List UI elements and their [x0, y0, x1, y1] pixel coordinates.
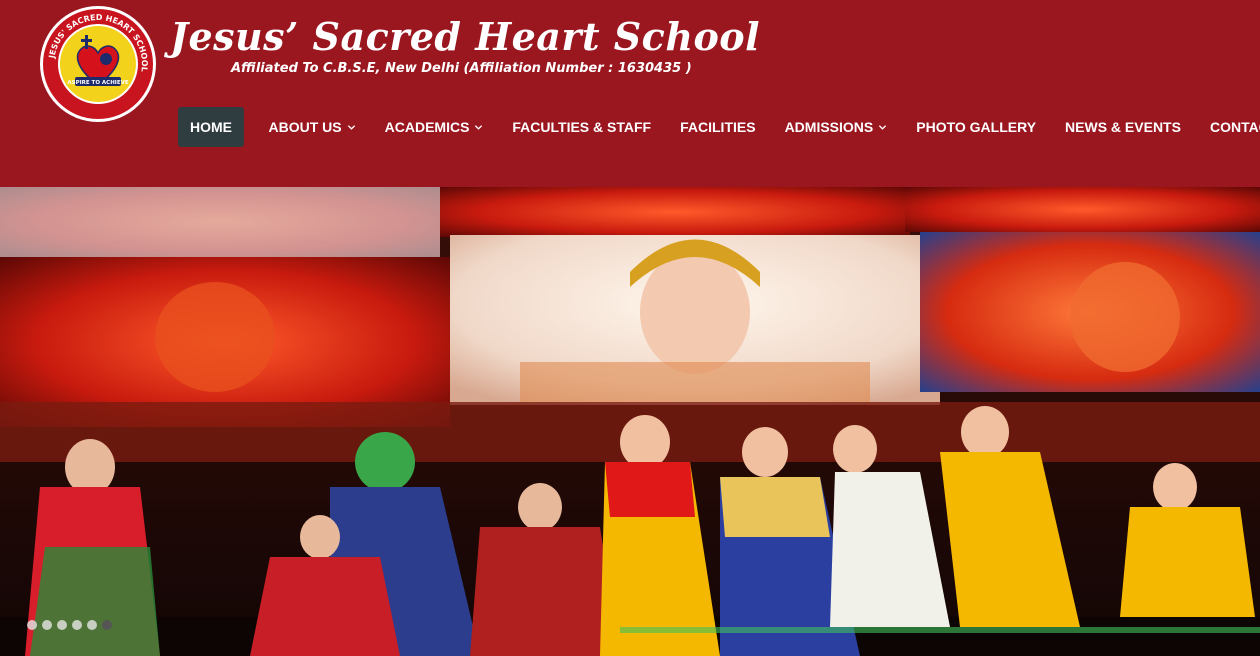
nav-item-label: PHOTO GALLERY: [916, 119, 1037, 135]
chevron-down-icon: [879, 124, 887, 130]
nav-contact-us[interactable]: CONTACT US: [1195, 107, 1260, 147]
nav-about-us[interactable]: ABOUT US: [254, 107, 370, 147]
slider-dot[interactable]: [27, 620, 37, 630]
logo-motto: ASPIRE TO ACHIEVE: [67, 80, 129, 86]
site-subtitle: Affiliated To C.B.S.E, New Delhi (Affili…: [231, 61, 692, 76]
slider-dot[interactable]: [42, 620, 52, 630]
nav-home[interactable]: HOME: [178, 107, 244, 147]
school-logo[interactable]: JESUS' SACRED HEART SCHOOL ASPIRE TO ACH…: [39, 5, 157, 123]
nav-item-label: HOME: [190, 119, 232, 135]
nav-item-label: CONTACT US: [1209, 119, 1260, 135]
site-title[interactable]: Jesus’ Sacred Heart School: [170, 14, 760, 59]
slider-dot[interactable]: [87, 620, 97, 630]
nav-admissions[interactable]: ADMISSIONS: [770, 107, 902, 147]
slider-dot[interactable]: [102, 620, 112, 630]
hero-slider[interactable]: [0, 187, 1260, 656]
site-header: JESUS' SACRED HEART SCHOOL ASPIRE TO ACH…: [0, 0, 1260, 187]
chevron-down-icon: [347, 124, 355, 130]
nav-item-label: ACADEMICS: [384, 119, 470, 135]
nav-faculties-staff[interactable]: FACULTIES & STAFF: [498, 107, 666, 147]
nav-academics[interactable]: ACADEMICS: [370, 107, 498, 147]
main-nav: HOME ABOUT US ACADEMICS FACULTIES & STAFF FA…: [178, 107, 1260, 147]
hero-slide-image: [0, 187, 1260, 656]
nav-item-label: ADMISSIONS: [784, 119, 874, 135]
slider-dot[interactable]: [72, 620, 82, 630]
nav-photo-gallery[interactable]: PHOTO GALLERY: [902, 107, 1051, 147]
school-crest-icon: JESUS' SACRED HEART SCHOOL ASPIRE TO ACH…: [40, 6, 156, 122]
nav-item-label: ABOUT US: [268, 119, 342, 135]
slider-dots: [27, 620, 112, 630]
nav-item-label: NEWS & EVENTS: [1065, 119, 1181, 135]
nav-item-label: FACILITIES: [680, 119, 756, 135]
slider-dot[interactable]: [57, 620, 67, 630]
nav-facilities[interactable]: FACILITIES: [666, 107, 770, 147]
nav-item-label: FACULTIES & STAFF: [512, 119, 652, 135]
nav-news-events[interactable]: NEWS & EVENTS: [1051, 107, 1196, 147]
chevron-down-icon: [475, 124, 483, 130]
